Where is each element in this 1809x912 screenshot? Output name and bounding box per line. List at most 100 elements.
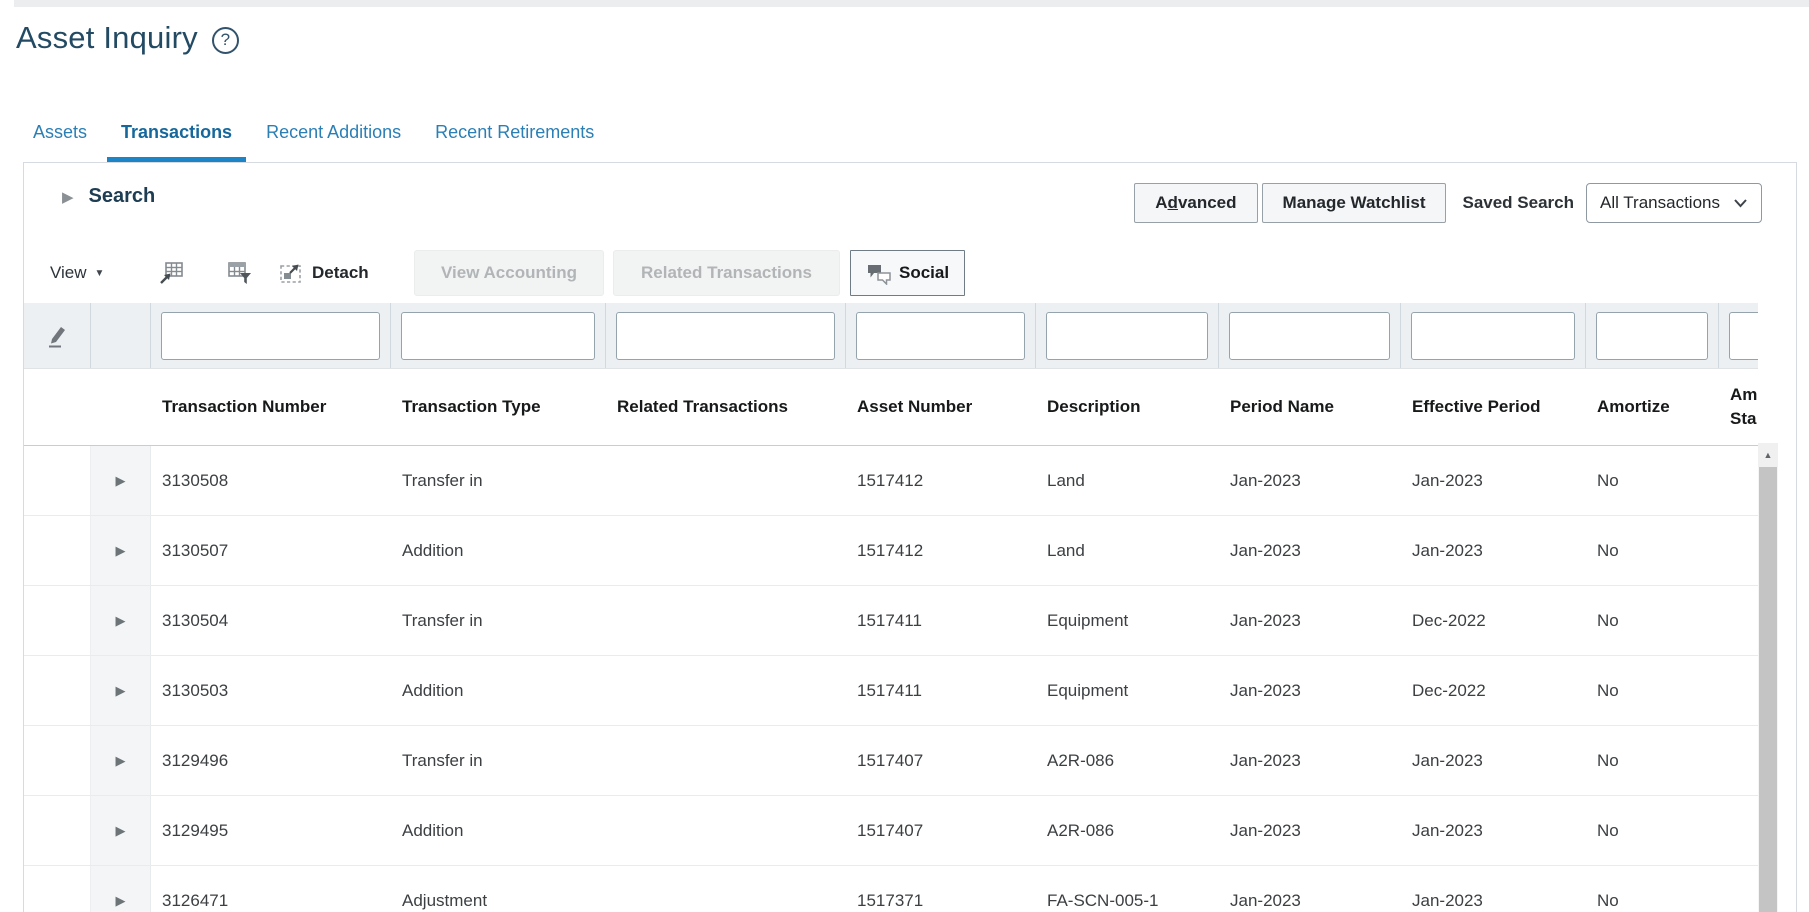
- cell-transaction-number: 3130503: [151, 656, 391, 725]
- table-header: Transaction Number Transaction Type Rela…: [24, 369, 1758, 446]
- cell-amortize: No: [1586, 656, 1719, 725]
- row-header-cell[interactable]: [24, 516, 91, 585]
- cell-transaction-number: 3129496: [151, 726, 391, 795]
- manage-watchlist-button[interactable]: Manage Watchlist: [1262, 183, 1447, 223]
- column-header-effective-period[interactable]: Effective Period: [1401, 397, 1586, 417]
- saved-search-select[interactable]: All Transactions: [1586, 183, 1762, 223]
- advanced-button[interactable]: Advanced: [1134, 183, 1257, 223]
- search-section-label: Search: [89, 185, 156, 208]
- related-transactions-button[interactable]: Related Transactions: [613, 250, 840, 296]
- cell-related-transactions: [606, 586, 846, 655]
- filter-input-period-name[interactable]: [1229, 312, 1390, 360]
- cell-description: Equipment: [1036, 586, 1219, 655]
- cell-transaction-number: 3130508: [151, 446, 391, 515]
- vertical-scrollbar[interactable]: ▲: [1758, 443, 1778, 912]
- social-icon: [866, 262, 892, 285]
- filter-input-transaction-number[interactable]: [161, 312, 380, 360]
- page-title: Asset Inquiry: [16, 20, 198, 56]
- row-header-cell[interactable]: [24, 796, 91, 865]
- scrollbar-thumb[interactable]: [1759, 467, 1777, 912]
- tab-recent-retirements[interactable]: Recent Retirements: [421, 116, 608, 163]
- table-row[interactable]: ▶ 3129496 Transfer in 1517407 A2R-086 Ja…: [24, 726, 1758, 796]
- column-header-related-transactions[interactable]: Related Transactions: [606, 397, 846, 417]
- row-header-cell[interactable]: [24, 726, 91, 795]
- row-header-cell[interactable]: [24, 656, 91, 725]
- tab-transactions[interactable]: Transactions: [107, 116, 246, 163]
- filter-input-asset-number[interactable]: [856, 312, 1025, 360]
- column-header-period-name[interactable]: Period Name: [1219, 397, 1401, 417]
- view-accounting-button[interactable]: View Accounting: [414, 250, 604, 296]
- table-row[interactable]: ▶ 3130507 Addition 1517412 Land Jan-2023…: [24, 516, 1758, 586]
- view-menu-button[interactable]: View ▼: [50, 263, 104, 283]
- view-menu-caret-icon: ▼: [95, 268, 105, 279]
- filter-input-clipped[interactable]: [1729, 312, 1758, 360]
- cell-related-transactions: [606, 796, 846, 865]
- table-row[interactable]: ▶ 3129495 Addition 1517407 A2R-086 Jan-2…: [24, 796, 1758, 866]
- row-expand-icon[interactable]: ▶: [116, 613, 126, 629]
- dropdown-chevron-icon: [1733, 198, 1748, 208]
- qbe-pencil-icon[interactable]: [45, 322, 69, 349]
- cell-description: Equipment: [1036, 656, 1219, 725]
- detach-icon: [278, 261, 303, 285]
- cell-effective-period: Dec-2022: [1401, 586, 1586, 655]
- row-header-cell[interactable]: [24, 586, 91, 655]
- cell-asset-number: 1517411: [846, 656, 1036, 725]
- content-panel: ▶ Search Advanced Manage Watchlist Saved…: [23, 162, 1797, 912]
- filter-input-related-transactions[interactable]: [616, 312, 835, 360]
- row-expand-icon[interactable]: ▶: [116, 683, 126, 699]
- table-row[interactable]: ▶ 3130503 Addition 1517411 Equipment Jan…: [24, 656, 1758, 726]
- row-header-cell[interactable]: [24, 446, 91, 515]
- table-row[interactable]: ▶ 3130504 Transfer in 1517411 Equipment …: [24, 586, 1758, 656]
- column-header-transaction-number[interactable]: Transaction Number: [151, 397, 391, 417]
- detach-button[interactable]: Detach: [278, 261, 369, 285]
- cell-transaction-type: Addition: [391, 656, 606, 725]
- cell-transaction-type: Transfer in: [391, 446, 606, 515]
- cell-transaction-number: 3129495: [151, 796, 391, 865]
- table-body: ▶ 3130508 Transfer in 1517412 Land Jan-2…: [24, 446, 1758, 912]
- filter-input-amortize[interactable]: [1596, 312, 1708, 360]
- scroll-up-button[interactable]: ▲: [1758, 443, 1778, 467]
- filter-input-transaction-type[interactable]: [401, 312, 595, 360]
- social-button[interactable]: Social: [850, 250, 965, 296]
- cell-related-transactions: [606, 446, 846, 515]
- row-expand-icon[interactable]: ▶: [116, 473, 126, 489]
- search-section-toggle[interactable]: ▶ Search: [62, 185, 155, 208]
- cell-description: A2R-086: [1036, 726, 1219, 795]
- help-icon[interactable]: ?: [212, 27, 239, 54]
- asset-inquiry-page: Asset Inquiry ? Assets Transactions Rece…: [0, 0, 1809, 912]
- column-header-amortize[interactable]: Amortize: [1586, 397, 1719, 417]
- column-header-asset-number[interactable]: Asset Number: [846, 397, 1036, 417]
- export-icon[interactable]: [158, 260, 185, 286]
- column-header-clipped[interactable]: Am Sta: [1719, 383, 1758, 431]
- cell-related-transactions: [606, 726, 846, 795]
- cell-amortize: No: [1586, 726, 1719, 795]
- filter-input-description[interactable]: [1046, 312, 1208, 360]
- search-expand-icon[interactable]: ▶: [62, 188, 74, 206]
- row-expand-icon[interactable]: ▶: [116, 893, 126, 909]
- tab-bar: Assets Transactions Recent Additions Rec…: [19, 116, 608, 163]
- cell-effective-period: Jan-2023: [1401, 726, 1586, 795]
- row-header-cell[interactable]: [24, 866, 91, 912]
- table-row[interactable]: ▶ 3130508 Transfer in 1517412 Land Jan-2…: [24, 446, 1758, 516]
- cell-transaction-type: Addition: [391, 516, 606, 585]
- cell-related-transactions: [606, 866, 846, 912]
- column-header-description[interactable]: Description: [1036, 397, 1219, 417]
- filter-row: [24, 303, 1758, 369]
- tab-assets[interactable]: Assets: [19, 116, 101, 163]
- cell-effective-period: Jan-2023: [1401, 446, 1586, 515]
- cell-effective-period: Dec-2022: [1401, 656, 1586, 725]
- row-expand-icon[interactable]: ▶: [116, 753, 126, 769]
- cell-amortize: No: [1586, 516, 1719, 585]
- tab-recent-additions[interactable]: Recent Additions: [252, 116, 415, 163]
- filter-icon[interactable]: [226, 260, 253, 286]
- cell-transaction-type: Transfer in: [391, 726, 606, 795]
- cell-asset-number: 1517411: [846, 586, 1036, 655]
- cell-amortize: No: [1586, 866, 1719, 912]
- row-expand-icon[interactable]: ▶: [116, 823, 126, 839]
- row-expand-icon[interactable]: ▶: [116, 543, 126, 559]
- cell-transaction-type: Addition: [391, 796, 606, 865]
- cell-transaction-type: Transfer in: [391, 586, 606, 655]
- filter-input-effective-period[interactable]: [1411, 312, 1575, 360]
- table-row[interactable]: ▶ 3126471 Adjustment 1517371 FA-SCN-005-…: [24, 866, 1758, 912]
- column-header-transaction-type[interactable]: Transaction Type: [391, 397, 606, 417]
